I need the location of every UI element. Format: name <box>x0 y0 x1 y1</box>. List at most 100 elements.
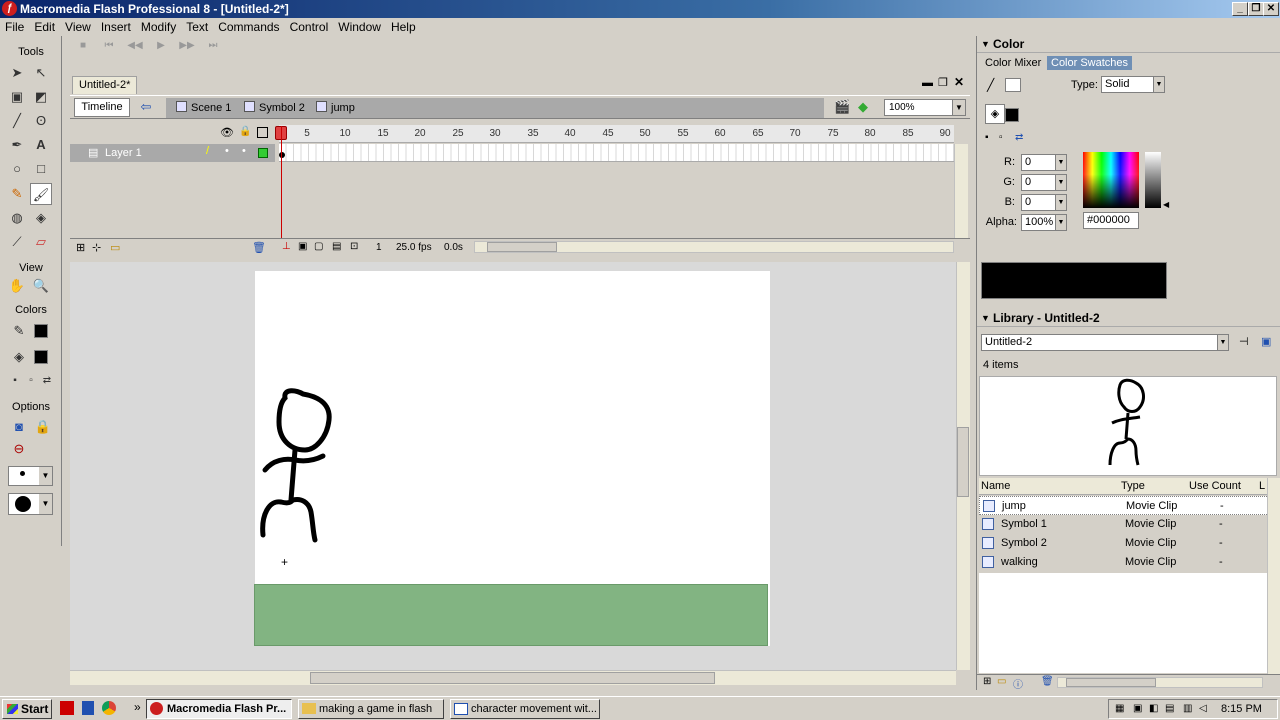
lasso-tool-icon[interactable]: ʘ <box>30 110 52 132</box>
alpha-input[interactable]: 100% ▼ <box>1021 214 1067 231</box>
breadcrumb-scene[interactable]: Scene 1 <box>176 101 231 114</box>
chrome-icon[interactable] <box>102 701 116 715</box>
color-panel-header[interactable]: ▼ Color <box>977 36 1280 53</box>
stick-figure-drawing[interactable] <box>255 380 355 555</box>
paint-bucket-tool-icon[interactable]: ◈ <box>30 207 52 229</box>
blue-input[interactable]: 0 ▼ <box>1021 194 1067 211</box>
tray-volume-icon[interactable]: ◁ <box>1199 703 1207 714</box>
minimize-button[interactable]: _ <box>1232 2 1248 16</box>
delete-icon[interactable]: 🗑 <box>1041 676 1054 687</box>
outline-icon[interactable] <box>257 127 268 138</box>
visible-dot-icon[interactable]: • <box>225 145 229 157</box>
go-to-end-icon[interactable]: ⏭ <box>200 40 226 51</box>
scroll-thumb[interactable] <box>310 672 715 684</box>
ground-rectangle[interactable] <box>254 584 768 646</box>
pen-tool-icon[interactable]: ✒ <box>6 134 28 156</box>
stage-vertical-scrollbar[interactable] <box>956 262 970 670</box>
tray-app-icon[interactable]: ◧ <box>1149 703 1158 714</box>
green-input[interactable]: 0 ▼ <box>1021 174 1067 191</box>
center-frame-icon[interactable]: ⊥ <box>282 241 291 252</box>
brush-tool-icon[interactable]: 🖌 <box>30 183 52 205</box>
library-list-empty-area[interactable] <box>979 573 1269 673</box>
doc-minimize-icon[interactable]: ▬ <box>922 77 933 89</box>
library-vertical-scrollbar[interactable] <box>1267 478 1280 674</box>
fill-color-swatch[interactable] <box>34 350 48 364</box>
breadcrumb-symbol-2[interactable]: Symbol 2 <box>244 101 305 114</box>
eye-icon[interactable]: 👁 <box>220 126 234 139</box>
tab-color-swatches[interactable]: Color Swatches <box>1047 56 1133 70</box>
menu-window[interactable]: Window <box>333 18 386 34</box>
keyframe-icon[interactable] <box>279 152 285 158</box>
library-row[interactable]: Symbol 2 Movie Clip - <box>979 534 1269 553</box>
edit-symbols-icon[interactable]: ◆ <box>858 99 868 115</box>
tab-color-mixer[interactable]: Color Mixer <box>981 56 1045 70</box>
fill-bucket-icon[interactable]: ◈ <box>985 104 1005 124</box>
layer-row[interactable]: ▤ Layer 1 / • • <box>70 144 275 162</box>
library-row[interactable]: jump Movie Clip - <box>979 496 1269 515</box>
gradient-transform-tool-icon[interactable]: ◩ <box>30 86 52 108</box>
menu-control[interactable]: Control <box>285 18 334 34</box>
edit-multiple-frames-icon[interactable]: ▤ <box>332 241 341 252</box>
properties-icon[interactable]: ⓘ <box>1013 676 1023 691</box>
rewind-icon[interactable]: ⏮ <box>96 40 122 51</box>
tray-app-icon[interactable]: ▤ <box>1165 703 1174 714</box>
step-forward-icon[interactable]: ▶▶ <box>174 40 200 51</box>
menu-insert[interactable]: Insert <box>96 18 136 34</box>
timeline-vertical-scrollbar[interactable] <box>954 144 968 238</box>
zoom-select[interactable]: 100% ▼ <box>884 99 966 116</box>
taskbar-document-button[interactable]: character movement wit... <box>450 699 600 719</box>
selection-tool-icon[interactable]: ➤ <box>6 62 28 84</box>
color-spectrum-picker[interactable] <box>1083 152 1139 208</box>
scroll-thumb[interactable] <box>957 427 969 497</box>
new-library-icon[interactable]: ▣ <box>1261 335 1271 348</box>
swap-colors-icon[interactable]: ⇄ <box>1015 132 1023 143</box>
object-drawing-icon[interactable]: ◙ <box>8 416 30 438</box>
tray-network-icon[interactable]: ▦ <box>1115 703 1124 714</box>
more-chevron-icon[interactable]: » <box>134 700 141 714</box>
brightness-slider[interactable] <box>1145 152 1161 208</box>
outline-color-icon[interactable] <box>258 148 268 158</box>
default-colors-icon[interactable]: ▪ <box>985 132 989 143</box>
eyedropper-tool-icon[interactable]: ⟋ <box>6 231 28 253</box>
library-row[interactable]: Symbol 1 Movie Clip - <box>979 515 1269 534</box>
onion-outline-icon[interactable]: ▢ <box>314 241 323 252</box>
column-name[interactable]: Name <box>981 480 1010 492</box>
scroll-thumb[interactable] <box>1066 678 1156 687</box>
library-row[interactable]: walking Movie Clip - <box>979 553 1269 572</box>
column-use-count[interactable]: Use Count <box>1189 480 1241 492</box>
text-tool-icon[interactable]: A <box>30 134 52 156</box>
hand-tool-icon[interactable]: ✋ <box>6 275 28 297</box>
stage-horizontal-scrollbar[interactable] <box>70 670 956 685</box>
timeline-horizontal-scrollbar[interactable] <box>474 241 954 253</box>
doc-restore-icon[interactable]: ❐ <box>938 76 948 89</box>
free-transform-tool-icon[interactable]: ▣ <box>6 86 28 108</box>
menu-commands[interactable]: Commands <box>213 18 284 34</box>
stroke-pencil-icon[interactable]: ╱ <box>987 78 994 92</box>
brush-size-select[interactable]: ▼ <box>8 466 53 486</box>
eraser-tool-icon[interactable]: ▱ <box>30 231 52 253</box>
delete-layer-icon[interactable]: 🗑 <box>252 241 266 254</box>
brush-shape-select[interactable]: ▼ <box>8 493 53 515</box>
column-type[interactable]: Type <box>1121 480 1145 492</box>
modify-onion-markers-icon[interactable]: ⊡ <box>350 241 358 252</box>
breadcrumb-jump[interactable]: jump <box>316 101 355 114</box>
lock-icon[interactable]: 🔒 <box>239 126 251 137</box>
document-tab[interactable]: Untitled-2* <box>72 76 138 94</box>
library-horizontal-scrollbar[interactable] <box>1057 677 1263 688</box>
menu-file[interactable]: File <box>0 18 29 34</box>
quicklaunch-app-icon[interactable] <box>82 701 94 715</box>
onion-skin-icon[interactable]: ▣ <box>298 241 307 252</box>
back-arrow-icon[interactable]: ⇦ <box>136 99 156 116</box>
rectangle-tool-icon[interactable]: □ <box>30 158 52 180</box>
hex-input[interactable]: #000000 <box>1083 212 1139 229</box>
frame-ruler[interactable]: 5 10 15 20 25 30 35 40 45 50 55 60 65 70 75 80 85 90 <box>279 125 954 143</box>
start-button[interactable]: Start <box>2 699 52 719</box>
frame-row[interactable] <box>279 144 954 162</box>
tray-app-icon[interactable]: ▣ <box>1133 703 1142 714</box>
fill-color-swatch[interactable] <box>1005 108 1019 122</box>
brush-mode-icon[interactable]: ⊖ <box>8 438 30 460</box>
menu-view[interactable]: View <box>60 18 96 34</box>
red-input[interactable]: 0 ▼ <box>1021 154 1067 171</box>
column-linkage[interactable]: L <box>1259 480 1265 492</box>
line-tool-icon[interactable]: ╱ <box>6 110 28 132</box>
